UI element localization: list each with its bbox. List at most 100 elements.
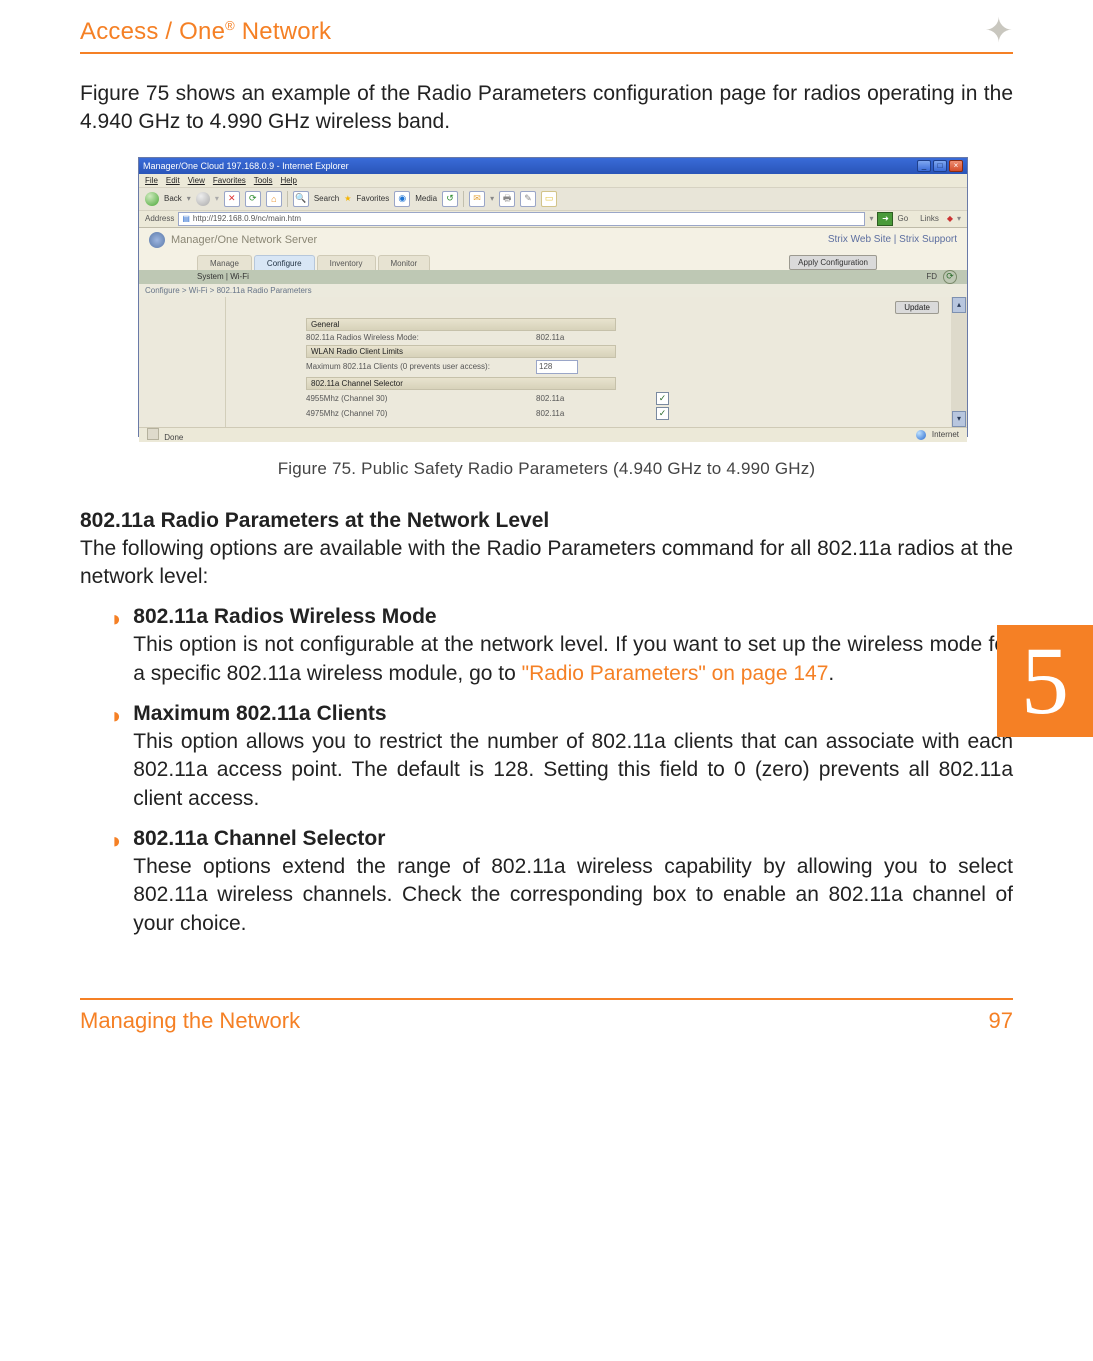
bullet-body: This option is not configurable at the n… (133, 631, 1013, 688)
stop-icon[interactable]: ✕ (224, 191, 240, 207)
menu-help[interactable]: Help (280, 176, 296, 185)
back-button-label[interactable]: Back (164, 194, 182, 203)
content-panel: Update General 802.11a Radios Wireless M… (226, 297, 951, 427)
window-title-text: Manager/One Cloud 197.168.0.9 - Internet… (143, 161, 349, 171)
row-channel-30: 4955Mhz (Channel 30) 802.11a ✓ (306, 392, 766, 405)
row-max-clients: Maximum 802.11a Clients (0 prevents user… (306, 360, 766, 374)
header-ornament-icon: ✦ (985, 14, 1014, 48)
channel-70-checkbox[interactable]: ✓ (656, 407, 669, 420)
status-zone: Internet (932, 430, 959, 439)
vertical-scrollbar[interactable]: ▴ ▾ (951, 297, 967, 427)
max-clients-input[interactable]: 128 (536, 360, 578, 374)
cross-ref-link[interactable]: "Radio Parameters" on page 147 (522, 662, 829, 685)
tab-manage[interactable]: Manage (197, 255, 252, 270)
section-header-client-limits: WLAN Radio Client Limits (306, 345, 616, 358)
footer-left: Managing the Network (80, 1008, 300, 1034)
home-icon[interactable]: ⌂ (266, 191, 282, 207)
media-button-label[interactable]: Media (415, 194, 437, 203)
embedded-screenshot: Manager/One Cloud 197.168.0.9 - Internet… (138, 157, 968, 437)
hdr-title-suffix: Network (235, 18, 331, 45)
max-clients-label: Maximum 802.11a Clients (0 prevents user… (306, 362, 536, 371)
history-icon[interactable]: ↺ (442, 191, 458, 207)
bullet-item: ◗ 802.11a Radios Wireless Mode This opti… (110, 605, 1013, 688)
bullet-marker-icon: ◗ (110, 703, 123, 814)
bullet-title: 802.11a Radios Wireless Mode (133, 605, 1013, 629)
menu-file[interactable]: File (145, 176, 158, 185)
hdr-title-prefix: Access / One (80, 18, 225, 45)
channel-70-label: 4975Mhz (Channel 70) (306, 409, 536, 418)
section-intro: The following options are available with… (80, 535, 1013, 592)
scroll-down-icon[interactable]: ▾ (952, 411, 966, 427)
menu-edit[interactable]: Edit (166, 176, 180, 185)
hdr-title-sup: ® (225, 18, 235, 33)
menu-view[interactable]: View (188, 176, 205, 185)
row-channel-70: 4975Mhz (Channel 70) 802.11a ✓ (306, 407, 766, 420)
status-page-icon (147, 428, 159, 440)
chapter-tab: 5 (997, 625, 1093, 737)
bullet-item: ◗ 802.11a Channel Selector These options… (110, 827, 1013, 938)
scroll-up-icon[interactable]: ▴ (952, 297, 966, 313)
go-label: Go (897, 214, 908, 223)
channel-70-value: 802.11a (536, 409, 646, 418)
intro-paragraph: Figure 75 shows an example of the Radio … (80, 80, 1013, 137)
menu-favorites[interactable]: Favorites (213, 176, 246, 185)
sub-nav-refresh-icon[interactable]: ⟳ (943, 270, 957, 284)
go-button[interactable]: ➜ (877, 212, 893, 226)
print-icon[interactable]: 🖶 (499, 191, 515, 207)
app-header-bar: Manager/One Network Server Strix Web Sit… (139, 228, 967, 252)
main-tabs: Manage Configure Inventory Monitor Apply… (139, 252, 967, 270)
search-icon[interactable]: 🔍 (293, 191, 309, 207)
section-heading: 802.11a Radio Parameters at the Network … (80, 509, 1013, 533)
browser-menu-bar: File Edit View Favorites Tools Help (139, 174, 967, 188)
channel-30-checkbox[interactable]: ✓ (656, 392, 669, 405)
channel-30-value: 802.11a (536, 394, 646, 403)
refresh-icon[interactable]: ⟳ (245, 191, 261, 207)
content-left-gutter (139, 297, 226, 427)
back-icon[interactable] (145, 192, 159, 206)
update-button[interactable]: Update (895, 301, 939, 314)
bullet-item: ◗ Maximum 802.11a Clients This option al… (110, 702, 1013, 813)
status-done: Done (164, 433, 183, 442)
window-close-button[interactable]: × (949, 160, 963, 172)
folder-icon[interactable]: ▭ (541, 191, 557, 207)
favorites-button-label[interactable]: Favorites (356, 194, 389, 203)
wireless-mode-value: 802.11a (536, 333, 646, 342)
address-input[interactable]: ▤ http://192.168.0.9/nc/main.htm (178, 212, 865, 226)
media-icon[interactable]: ◉ (394, 191, 410, 207)
edit-icon[interactable]: ✎ (520, 191, 536, 207)
bullet-title: Maximum 802.11a Clients (133, 702, 1013, 726)
apply-configuration-button[interactable]: Apply Configuration (789, 255, 877, 270)
page-header-title: Access / One® Network (80, 18, 331, 46)
header-rule (80, 52, 1013, 54)
brand-logo-icon (149, 232, 165, 248)
address-label: Address (145, 214, 174, 223)
forward-icon[interactable] (196, 192, 210, 206)
bullet-body: This option allows you to restrict the n… (133, 728, 1013, 813)
window-minimize-button[interactable]: _ (917, 160, 931, 172)
tab-inventory[interactable]: Inventory (317, 255, 376, 270)
mail-icon[interactable]: ✉ (469, 191, 485, 207)
channel-30-label: 4955Mhz (Channel 30) (306, 394, 536, 403)
tab-monitor[interactable]: Monitor (378, 255, 431, 270)
links-icon[interactable]: ◆ (947, 214, 953, 223)
window-maximize-button[interactable]: □ (933, 160, 947, 172)
wireless-mode-label: 802.11a Radios Wireless Mode: (306, 333, 536, 342)
top-right-links[interactable]: Strix Web Site | Strix Support (828, 234, 957, 245)
sub-nav-bar: System | Wi-Fi FD ⟳ (139, 270, 967, 284)
tab-configure[interactable]: Configure (254, 255, 315, 270)
links-label[interactable]: Links (920, 214, 939, 223)
section-header-channel-selector: 802.11a Channel Selector (306, 377, 616, 390)
row-wireless-mode: 802.11a Radios Wireless Mode: 802.11a (306, 333, 766, 342)
favorites-star-icon[interactable]: ★ (344, 194, 351, 203)
bullet-title: 802.11a Channel Selector (133, 827, 1013, 851)
section-header-general: General (306, 318, 616, 331)
menu-tools[interactable]: Tools (254, 176, 273, 185)
search-button-label[interactable]: Search (314, 194, 339, 203)
browser-toolbar: Back ▾ ▾ ✕ ⟳ ⌂ 🔍 Search ★ Favorites ◉ Me… (139, 188, 967, 211)
browser-status-bar: Done Internet (139, 427, 967, 442)
sub-nav-left[interactable]: System | Wi-Fi (197, 272, 249, 281)
page-icon: ▤ (182, 214, 190, 223)
breadcrumb: Configure > Wi-Fi > 802.11a Radio Parame… (139, 284, 967, 297)
figure-caption: Figure 75. Public Safety Radio Parameter… (80, 459, 1013, 479)
footer-page-number: 97 (989, 1008, 1013, 1034)
